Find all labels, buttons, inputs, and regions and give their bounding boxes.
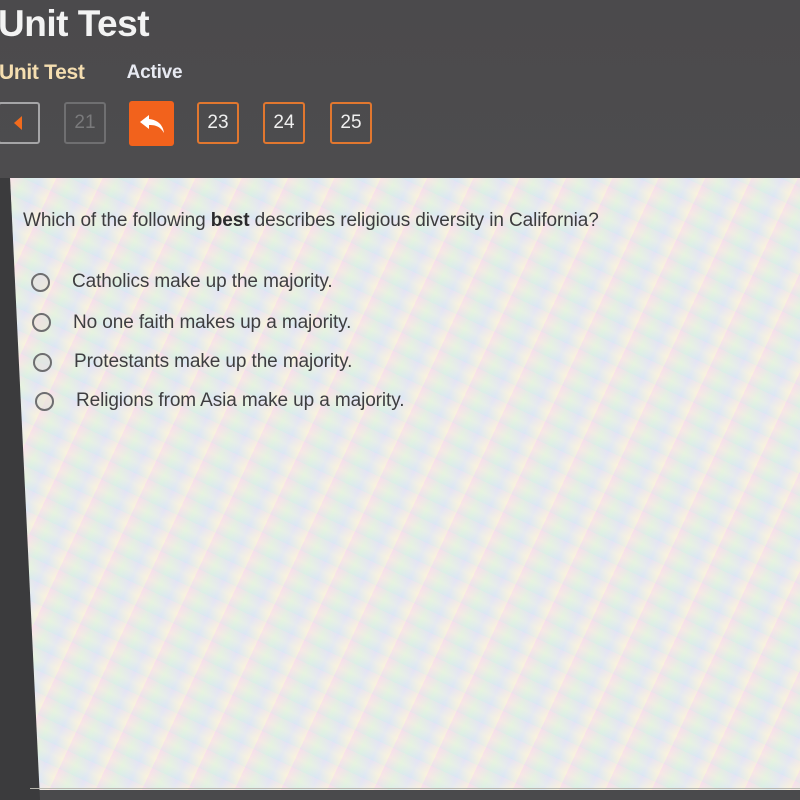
radio-button-icon[interactable] bbox=[31, 272, 50, 292]
answer-option-label[interactable]: Catholics make up the majority. bbox=[72, 271, 333, 293]
question-25-button[interactable]: 25 bbox=[330, 102, 372, 144]
radio-button-icon[interactable] bbox=[35, 391, 54, 411]
sub-navigation: Unit Test Active bbox=[0, 60, 183, 86]
current-question-button[interactable] bbox=[129, 101, 174, 146]
page-title: Unit Test bbox=[0, 3, 150, 44]
question-text-emphasis: best bbox=[210, 210, 250, 231]
answer-option-label[interactable]: Protestants make up the majority. bbox=[74, 351, 352, 373]
reply-arrow-icon bbox=[139, 114, 164, 133]
activity-status: Active bbox=[126, 62, 183, 83]
question-text-start: Which of the following bbox=[23, 210, 211, 231]
activity-title: Unit Test bbox=[0, 61, 85, 84]
screen-frame: Unit Test Unit Test Active 21 23 24 25 W… bbox=[0, 0, 800, 800]
panel-divider bbox=[30, 788, 800, 789]
question-23-button[interactable]: 23 bbox=[197, 102, 239, 144]
answer-option-label[interactable]: Religions from Asia make up a majority. bbox=[76, 390, 404, 412]
answer-option-label[interactable]: No one faith makes up a majority. bbox=[73, 312, 351, 334]
radio-button-icon[interactable] bbox=[32, 313, 51, 332]
previous-question-button[interactable] bbox=[0, 102, 40, 144]
answer-option[interactable]: No one faith makes up a majority. bbox=[32, 302, 404, 343]
answer-option[interactable]: Protestants make up the majority. bbox=[33, 343, 404, 381]
answer-option[interactable]: Religions from Asia make up a majority. bbox=[35, 381, 404, 421]
question-prompt: Which of the following best describes re… bbox=[23, 210, 599, 232]
header-bar: Unit Test Unit Test Active 21 23 24 25 bbox=[0, 0, 800, 178]
question-21-button: 21 bbox=[64, 102, 106, 144]
caret-left-icon bbox=[14, 116, 22, 130]
radio-button-icon[interactable] bbox=[33, 352, 52, 372]
question-24-button[interactable]: 24 bbox=[263, 102, 305, 144]
answer-options: Catholics make up the majority. No one f… bbox=[31, 262, 404, 421]
answer-option[interactable]: Catholics make up the majority. bbox=[31, 262, 404, 302]
question-text-end: describes religious diversity in Califor… bbox=[249, 210, 599, 231]
